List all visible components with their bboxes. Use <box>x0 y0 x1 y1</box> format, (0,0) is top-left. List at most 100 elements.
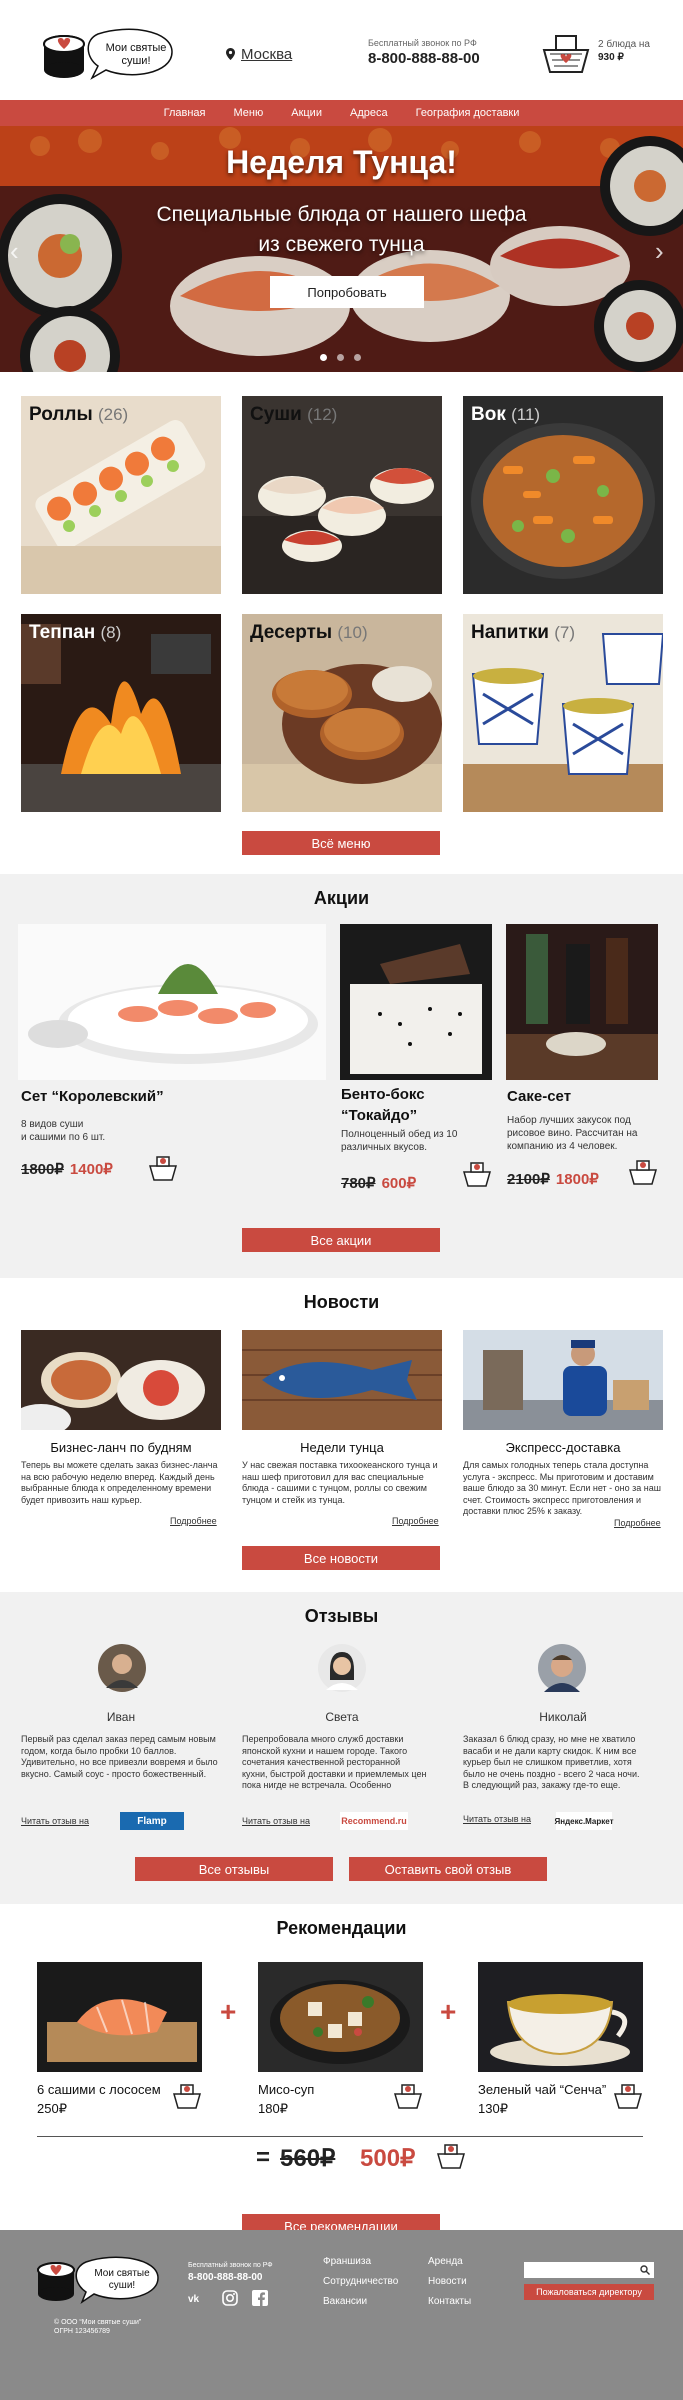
footer-link-franchise[interactable]: Франшиза <box>323 2256 371 2267</box>
copyright-line: ОГРН 123456789 <box>54 2328 110 2335</box>
news-tuna-image[interactable] <box>242 1330 442 1430</box>
nav-promos[interactable]: Акции <box>291 107 322 119</box>
promo-bento-image[interactable] <box>340 924 492 1080</box>
flamp-badge[interactable]: Flamp <box>120 1812 184 1830</box>
add-to-cart-icon[interactable] <box>613 2082 643 2110</box>
hero-dot-3[interactable] <box>354 354 361 361</box>
read-review-link[interactable]: Читать отзыв на <box>463 1814 531 1824</box>
read-review-link[interactable]: Читать отзыв на <box>242 1816 310 1826</box>
footer-link-cooperation[interactable]: Сотрудничество <box>323 2276 398 2287</box>
promo-desc-line: различных вкусов. <box>341 1142 428 1153</box>
old-price: 1800₽ <box>21 1161 64 1178</box>
nav-addresses[interactable]: Адреса <box>350 107 388 119</box>
recommend-badge[interactable]: Recommend.ru <box>340 1812 408 1830</box>
review-line: Перепробовала много служб доставки <box>242 1734 404 1744</box>
category-sushi[interactable]: Суши (12) <box>242 396 442 594</box>
news-more-link[interactable]: Подробнее <box>170 1516 217 1526</box>
footer-copyright: © ООО “Мои святые суши” ОГРН 123456789 <box>54 2318 141 2336</box>
promo-sake-image[interactable] <box>506 924 658 1080</box>
review-line: вкусно. Самый соус - просто божественный… <box>21 1768 207 1779</box>
category-name: Роллы <box>29 404 93 425</box>
nav-menu[interactable]: Меню <box>234 107 264 119</box>
news-desc-line: У нас свежая поставка тихоокеанского тун… <box>242 1460 438 1470</box>
category-wok[interactable]: Вок (11) <box>463 396 663 594</box>
category-desserts[interactable]: Десерты (10) <box>242 614 442 812</box>
divider <box>37 2136 643 2137</box>
footer-phone[interactable]: 8-800-888-88-00 <box>188 2272 263 2283</box>
plus-icon: + <box>220 1996 237 2027</box>
nav-home[interactable]: Главная <box>164 107 206 119</box>
rec-name: 6 сашими с лососем <box>37 2082 161 2097</box>
footer-link-news[interactable]: Новости <box>428 2276 467 2287</box>
rec-item-label: Мисо-суп 180₽ <box>258 2080 314 2118</box>
cart-icon[interactable] <box>540 32 592 78</box>
all-promos-button[interactable]: Все акции <box>242 1228 440 1252</box>
promo-desc: 8 видов суши и сашими по 6 шт. <box>21 1118 105 1144</box>
all-menu-button[interactable]: Всё меню <box>242 831 440 855</box>
news-express-delivery-image[interactable] <box>463 1330 663 1430</box>
new-price: 1400₽ <box>69 1161 113 1178</box>
add-to-cart-icon[interactable] <box>628 1158 658 1186</box>
nav-delivery-geography[interactable]: География доставки <box>416 107 520 119</box>
city-selector[interactable]: Москва <box>226 46 292 63</box>
rec-sencha-tea-image[interactable] <box>478 1962 643 2072</box>
footer-search-input[interactable] <box>524 2262 654 2278</box>
rec-salmon-sashimi-image[interactable] <box>37 1962 202 2072</box>
review-text: Заказал 6 блюд сразу, но мне не хватило в… <box>463 1734 663 1792</box>
promo-desc-line: рисовое вино. Рассчитан на <box>507 1128 638 1139</box>
category-teppan[interactable]: Теппан (8) <box>21 614 221 812</box>
add-to-cart-icon[interactable] <box>172 2082 202 2110</box>
phone-caption: Бесплатный звонок по РФ <box>368 38 477 48</box>
news-business-lunch-image[interactable] <box>21 1330 221 1430</box>
news-item-title[interactable]: Бизнес-ланч по будням <box>21 1440 221 1455</box>
recs-title: Рекомендации <box>276 1918 407 1938</box>
logo[interactable]: Мои святые суши! <box>40 24 180 88</box>
header-phone[interactable]: Бесплатный звонок по РФ 8-800-888-88-00 <box>368 38 480 67</box>
promo-desc-line: Набор лучших закусок под <box>507 1115 631 1126</box>
promo-desc-line: компанию из 4 человек. <box>507 1141 618 1152</box>
category-count: (7) <box>554 623 576 642</box>
category-drinks[interactable]: Напитки (7) <box>463 614 663 812</box>
news-desc-line: блюда - сашими с тунцом, роллы со свежим <box>242 1483 427 1493</box>
header: Мои святые суши! Москва Бесплатный звоно… <box>0 0 683 100</box>
category-label: Теппан (8) <box>29 622 121 644</box>
hero-try-button[interactable]: Попробовать <box>270 276 424 308</box>
search-icon[interactable] <box>640 2265 650 2275</box>
add-to-cart-icon[interactable] <box>393 2082 423 2110</box>
rec-miso-soup-image[interactable] <box>258 1962 423 2072</box>
phone-number[interactable]: 8-800-888-88-00 <box>368 50 480 67</box>
yandex-market-badge[interactable]: Яндекс.Маркет <box>554 1812 614 1830</box>
cart-summary[interactable]: 2 блюда на 930 ₽ <box>598 38 650 64</box>
vk-icon[interactable]: vk <box>188 2292 204 2304</box>
news-item-title[interactable]: Недели тунца <box>242 1440 442 1455</box>
hero-dot-2[interactable] <box>337 354 344 361</box>
add-set-to-cart-icon[interactable] <box>436 2142 466 2170</box>
promo-price: 1800₽ 1400₽ <box>21 1160 113 1178</box>
promo-desc-line: 8 видов суши <box>21 1119 84 1130</box>
all-reviews-button[interactable]: Все отзывы <box>135 1857 333 1881</box>
footer-link-vacancies[interactable]: Вакансии <box>323 2296 367 2307</box>
leave-review-button[interactable]: Оставить свой отзыв <box>349 1857 547 1881</box>
news-more-link[interactable]: Подробнее <box>614 1518 661 1528</box>
read-review-link[interactable]: Читать отзыв на <box>21 1816 89 1826</box>
news-desc-line: Теперь вы можете сделать заказ бизнес-ла… <box>21 1460 218 1470</box>
instagram-icon[interactable] <box>222 2290 238 2306</box>
news-more-link[interactable]: Подробнее <box>392 1516 439 1526</box>
promo-title: Сет “Королевский” <box>21 1088 164 1105</box>
promo-royal-set-image[interactable] <box>18 924 326 1080</box>
facebook-icon[interactable] <box>252 2290 268 2306</box>
complain-to-director-button[interactable]: Пожаловаться директору <box>524 2284 654 2300</box>
news-item-title[interactable]: Экспресс-доставка <box>463 1440 663 1455</box>
add-to-cart-icon[interactable] <box>462 1160 492 1188</box>
promos-section: Акции Сет “Королевский” 8 видов суши и са… <box>0 874 683 1278</box>
news-item-desc: Теперь вы можете сделать заказ бизнес-ла… <box>21 1460 226 1506</box>
category-rolls[interactable]: Роллы (26) <box>21 396 221 594</box>
hero-dot-1[interactable] <box>320 354 327 361</box>
rec-price: 130₽ <box>478 2101 508 2116</box>
footer-link-rent[interactable]: Аренда <box>428 2256 463 2267</box>
all-news-button[interactable]: Все новости <box>242 1546 440 1570</box>
footer-logo[interactable]: Мои святые суши! <box>34 2252 164 2312</box>
footer-link-contacts[interactable]: Контакты <box>428 2296 471 2307</box>
add-to-cart-icon[interactable] <box>148 1154 178 1182</box>
category-count: (11) <box>511 405 541 424</box>
